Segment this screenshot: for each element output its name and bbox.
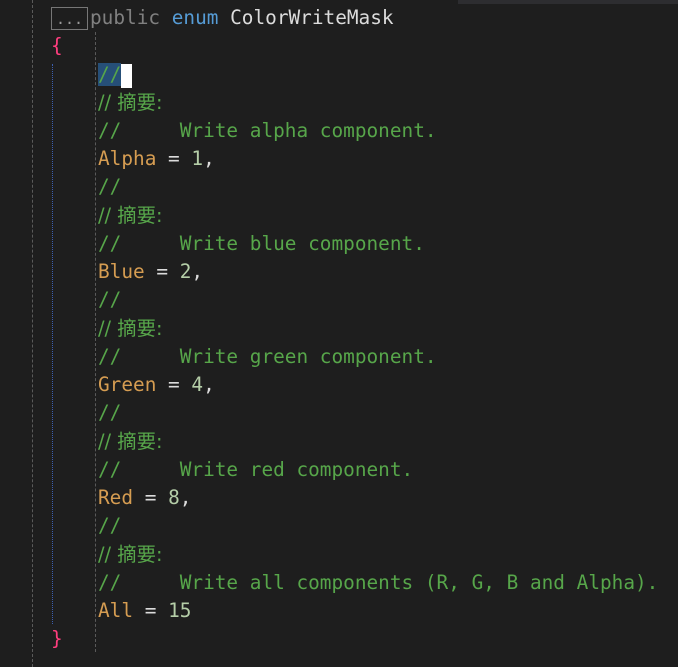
- enum-keyword: enum: [171, 6, 219, 29]
- comment-line-all: //: [98, 514, 122, 537]
- description-comment-alpha: // Write alpha component.: [98, 119, 437, 142]
- text-caret: [121, 63, 133, 88]
- open-brace: {: [51, 34, 63, 57]
- summary-comment-alpha: // 摘要:: [98, 91, 163, 114]
- collapsed-region-marker[interactable]: ...: [51, 7, 88, 30]
- top-toolbar-strip: [458, 0, 678, 4]
- indent-guide-brace-scope: [52, 64, 53, 624]
- description-comment-blue: // Write blue component.: [98, 232, 425, 255]
- member-value-green: 4: [191, 373, 204, 396]
- indent-guide-outer: [32, 0, 33, 667]
- access-modifier: public: [90, 6, 161, 29]
- member-green: Green = 4,: [98, 373, 215, 396]
- summary-comment-green: // 摘要:: [98, 317, 163, 340]
- member-name-alpha: Alpha: [98, 147, 157, 170]
- member-name-blue: Blue: [98, 260, 145, 283]
- description-comment-red: // Write red component.: [98, 458, 414, 481]
- comment-line-selected[interactable]: //: [98, 61, 133, 89]
- member-all: All = 15: [98, 599, 192, 622]
- comment-line-green: //: [98, 288, 122, 311]
- member-name-red: Red: [98, 486, 134, 509]
- description-comment-all: // Write all components (R, G, B and Alp…: [98, 571, 659, 594]
- member-blue: Blue = 2,: [98, 260, 204, 283]
- member-value-red: 8: [168, 486, 180, 509]
- indent-guide-members: [95, 32, 96, 652]
- member-value-alpha: 1: [191, 147, 204, 170]
- description-comment-green: // Write green component.: [98, 345, 437, 368]
- enum-declaration-line: public enum ColorWriteMask: [90, 4, 394, 32]
- comment-line-red: //: [98, 401, 122, 424]
- enum-type-name: ColorWriteMask: [230, 6, 394, 29]
- member-name-green: Green: [98, 373, 157, 396]
- selected-comment-text: //: [98, 63, 122, 86]
- close-brace: }: [51, 627, 63, 650]
- summary-comment-all: // 摘要:: [98, 543, 163, 566]
- summary-comment-red: // 摘要:: [98, 430, 163, 453]
- member-value-blue: 2: [179, 260, 192, 283]
- member-alpha: Alpha = 1,: [98, 147, 215, 170]
- member-value-all: 15: [168, 599, 192, 622]
- member-red: Red = 8,: [98, 486, 192, 509]
- code-editor[interactable]: ... public enum ColorWriteMask { // // 摘…: [0, 0, 678, 667]
- comment-line-blue: //: [98, 175, 122, 198]
- summary-comment-blue: // 摘要:: [98, 204, 163, 227]
- member-name-all: All: [98, 599, 134, 622]
